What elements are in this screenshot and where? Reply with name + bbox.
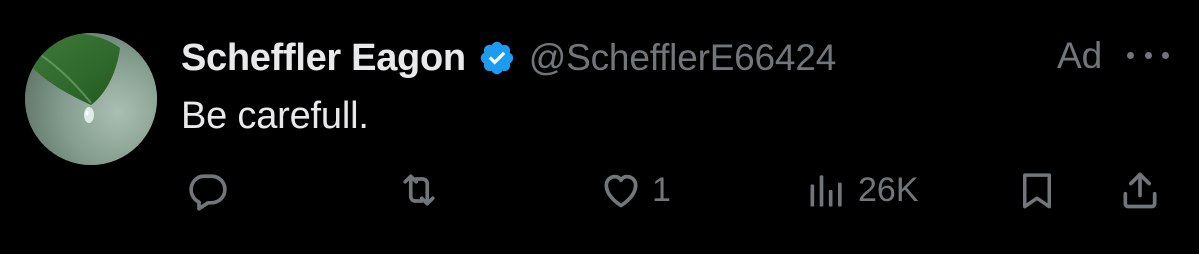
like-count: 1 — [652, 171, 671, 209]
more-dot — [1144, 51, 1152, 59]
bookmark-icon — [1016, 168, 1058, 212]
leaf-avatar-image — [25, 33, 157, 165]
author-handle[interactable]: @SchefflerE66424 — [529, 37, 836, 79]
verified-badge-icon[interactable] — [478, 39, 516, 77]
tweet-card[interactable]: Scheffler Eagon @SchefflerE66424 Ad Be c… — [0, 0, 1199, 254]
views-count: 26K — [858, 171, 919, 209]
heart-icon — [598, 168, 644, 212]
views-icon — [804, 168, 850, 212]
ad-label: Ad — [1057, 35, 1103, 76]
retweet-button[interactable] — [396, 168, 442, 212]
share-icon — [1117, 168, 1163, 212]
avatar[interactable] — [25, 33, 157, 165]
more-horizontal-icon[interactable] — [1127, 40, 1169, 70]
tweet-header: Scheffler Eagon @SchefflerE66424 — [181, 30, 836, 86]
views-button[interactable]: 26K — [804, 168, 919, 212]
tweet-text: Be carefull. — [181, 95, 369, 137]
retweet-icon — [396, 168, 442, 212]
reply-button[interactable] — [186, 168, 230, 212]
share-button[interactable] — [1117, 168, 1163, 212]
reply-icon — [186, 168, 230, 212]
more-dot — [1162, 51, 1169, 59]
like-button[interactable]: 1 — [598, 168, 671, 212]
bookmark-button[interactable] — [1016, 168, 1058, 212]
more-dot — [1127, 51, 1134, 59]
author-name[interactable]: Scheffler Eagon — [181, 37, 466, 80]
